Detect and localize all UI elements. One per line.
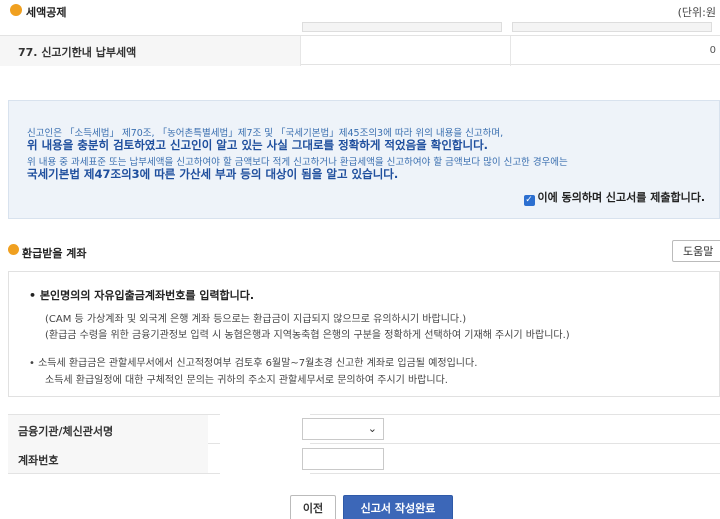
help-button[interactable]: 도움말 [672, 240, 720, 262]
notice-line: (CAM 등 가상계좌 및 외국계 은행 계좌 등으로는 환급금이 지급되지 않… [45, 314, 467, 325]
account-number-input[interactable] [302, 448, 384, 470]
bank-label: 금융기관/체신관서명 [8, 415, 208, 444]
blank-area [220, 410, 310, 480]
declaration-line-emphasis: 위 내용을 충분히 검토하였고 신고인이 알고 있는 사실 그대로를 정확하게 … [27, 138, 489, 152]
declaration-box: 신고인은 「소득세법」 제70조, 「농어촌특별세법」제7조 및 「국세기본법」… [8, 100, 720, 219]
declaration-line-emphasis: 국세기본법 제47조의3에 따른 가산세 부과 등의 대상이 됨을 알고 있습니… [27, 167, 399, 181]
agree-text: 이에 동의하며 신고서를 제출합니다. [537, 191, 705, 204]
section-title: 환급받을 계좌 [22, 247, 87, 260]
notice-line: • 소득세 환급금은 관할세무서에서 신고적정여부 검토후 6월말~7월초경 신… [29, 358, 478, 369]
tax-credit-header: 세액공제 (단위:원 [0, 0, 720, 22]
prev-button[interactable]: 이전 [290, 495, 336, 519]
refund-notice-box: • 본인명의의 자유입출금계좌번호를 입력합니다. (CAM 등 가상계좌 및 … [8, 271, 720, 397]
cutoff-cell [302, 22, 502, 32]
agree-checkbox-label[interactable]: ✓ 이에 동의하며 신고서를 제출합니다. [523, 189, 705, 206]
row-label: 77. 신고기한내 납부세액 [0, 36, 300, 66]
unit-label: (단위:원 [677, 6, 716, 19]
cutoff-cell [512, 22, 712, 32]
table-row-77: 77. 신고기한내 납부세액 0 [0, 35, 720, 66]
notice-line: 소득세 환급일정에 대한 구체적인 문의는 귀하의 주소지 관할세무서로 문의하… [45, 375, 448, 386]
refund-account-header: 환급받을 계좌 도움말 [0, 240, 720, 262]
circle-bullet-icon [8, 244, 19, 255]
section-title: 세액공제 [26, 6, 67, 19]
submit-button[interactable]: 신고서 작성완료 [343, 495, 453, 519]
table-cell: 0 [510, 36, 720, 66]
table-cell [300, 36, 510, 66]
checkbox-checked-icon[interactable]: ✓ [523, 195, 535, 206]
notice-heading: • 본인명의의 자유입출금계좌번호를 입력합니다. [29, 289, 255, 302]
row-value: 0 [709, 45, 716, 56]
account-label: 계좌번호 [8, 444, 208, 473]
bank-select[interactable]: ⌄ [302, 418, 384, 440]
chevron-down-icon: ⌄ [367, 422, 377, 435]
circle-bullet-icon [10, 4, 22, 16]
notice-line: (환급금 수령을 위한 금융기관정보 입력 시 농협은행과 지역농축협 은행의 … [45, 330, 570, 341]
cutoff-table-row [0, 22, 720, 34]
